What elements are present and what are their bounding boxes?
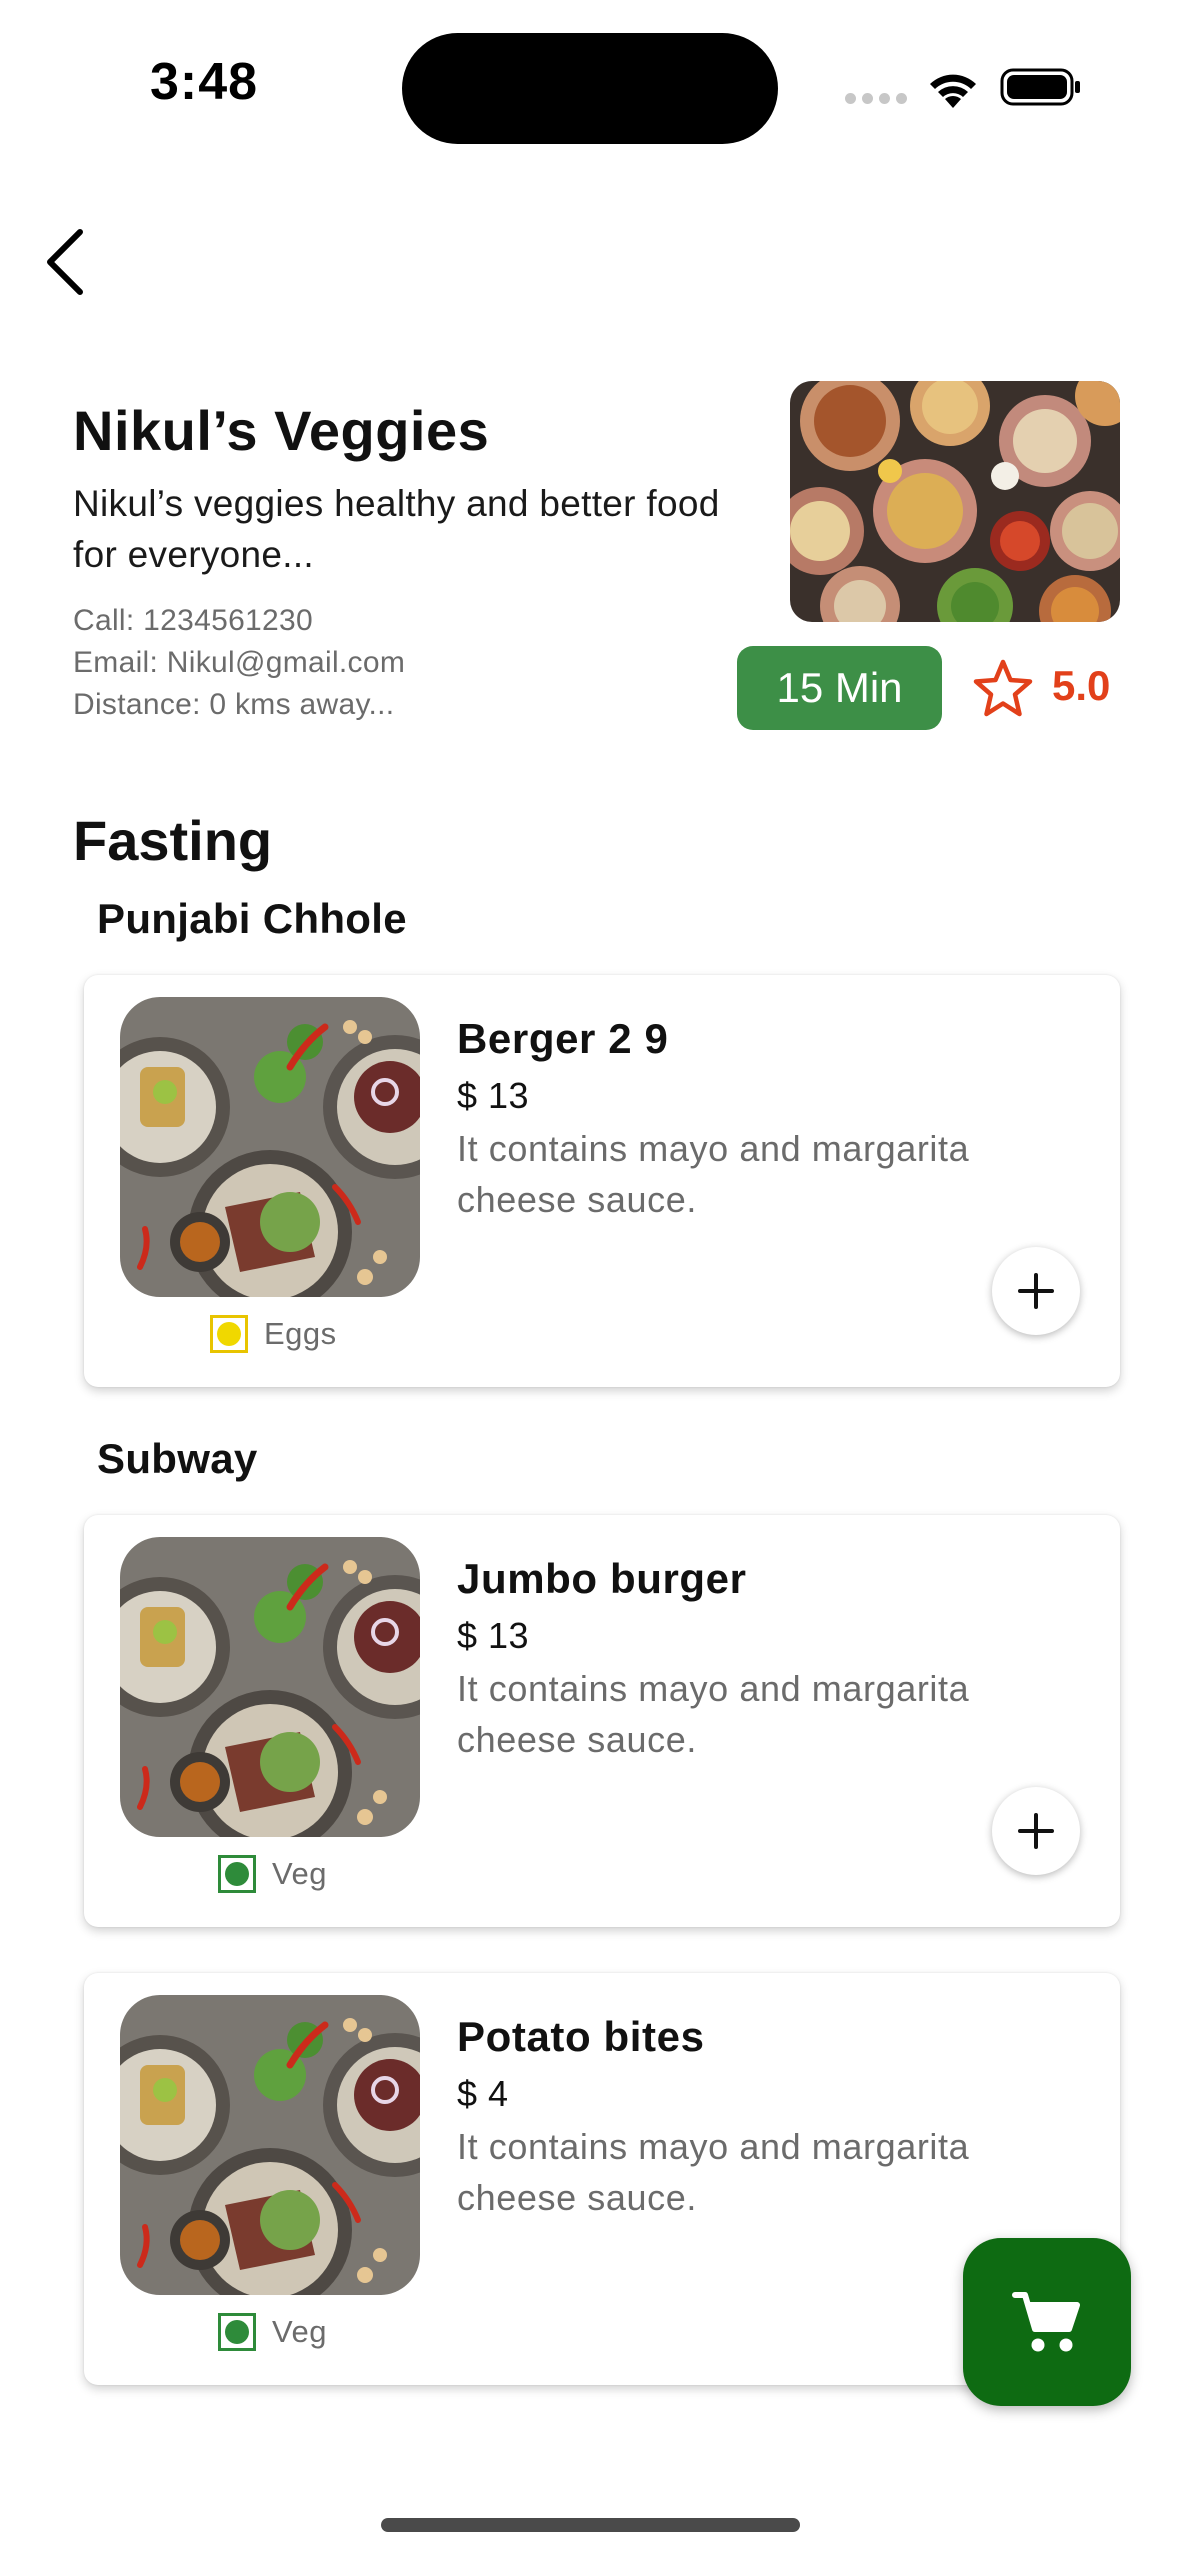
menu-item-name: Potato bites	[457, 2013, 705, 2060]
veg-indicator-icon	[218, 2313, 256, 2351]
diet-indicator: Eggs	[210, 1315, 337, 1353]
home-indicator[interactable]	[381, 2518, 800, 2532]
menu-item-image	[120, 997, 420, 1297]
menu-item-description: It contains mayo and margarita cheese sa…	[457, 2126, 970, 2218]
wifi-icon	[930, 74, 976, 108]
menu-item-card[interactable]: Eggs Berger 2 9 $ 13 It contains mayo an…	[84, 975, 1120, 1387]
menu-item-price: $ 13	[457, 1615, 530, 1656]
menu-item-name: Jumbo burger	[457, 1555, 747, 1602]
menu-item-price: $ 13	[457, 1075, 530, 1116]
restaurant-email[interactable]: Email: Nikul@gmail.com	[73, 642, 405, 684]
rating-value: 5.0	[1052, 662, 1111, 709]
star-outline-icon	[973, 659, 1033, 717]
menu-item-image	[120, 1537, 420, 1837]
add-to-cart-button[interactable]	[992, 1787, 1080, 1875]
menu-group-title: Punjabi Chhole	[97, 895, 407, 942]
diet-label: Veg	[272, 2314, 327, 2349]
cart-icon	[1012, 2292, 1080, 2352]
dynamic-island	[402, 33, 778, 144]
menu-group-title: Subway	[97, 1435, 258, 1482]
diet-indicator: Veg	[218, 2313, 327, 2351]
plus-icon	[1018, 1273, 1054, 1309]
diet-indicator: Veg	[218, 1855, 327, 1893]
diet-label: Veg	[272, 1856, 327, 1891]
add-to-cart-button[interactable]	[992, 1247, 1080, 1335]
restaurant-description: Nikul’s veggies healthy and better food …	[73, 483, 720, 575]
battery-icon	[1000, 68, 1080, 106]
restaurant-name: Nikul’s Veggies	[73, 399, 490, 462]
restaurant-contact: Call: 1234561230 Email: Nikul@gmail.com …	[73, 600, 405, 726]
chevron-left-icon	[47, 229, 83, 295]
status-time: 3:48	[150, 53, 259, 111]
menu-item-image	[120, 1995, 420, 2295]
menu-section-title: Fasting	[73, 809, 273, 872]
cellular-signal-icon	[845, 93, 907, 104]
menu-item-name: Berger 2 9	[457, 1015, 669, 1062]
plus-icon	[1018, 1813, 1054, 1849]
cart-button[interactable]	[963, 2238, 1131, 2406]
restaurant-distance: Distance: 0 kms away...	[73, 688, 395, 721]
delivery-time-badge: 15 Min	[737, 646, 942, 730]
diet-label: Eggs	[264, 1316, 337, 1351]
menu-item-price: $ 4	[457, 2073, 509, 2114]
back-button[interactable]	[36, 222, 96, 302]
menu-item-card[interactable]: Veg Jumbo burger $ 13 It contains mayo a…	[84, 1515, 1120, 1927]
menu-item-description: It contains mayo and margarita cheese sa…	[457, 1128, 970, 1220]
restaurant-call[interactable]: Call: 1234561230	[73, 600, 405, 642]
veg-indicator-icon	[218, 1855, 256, 1893]
menu-item-description: It contains mayo and margarita cheese sa…	[457, 1668, 970, 1760]
egg-indicator-icon	[210, 1315, 248, 1353]
restaurant-photo	[790, 381, 1120, 622]
